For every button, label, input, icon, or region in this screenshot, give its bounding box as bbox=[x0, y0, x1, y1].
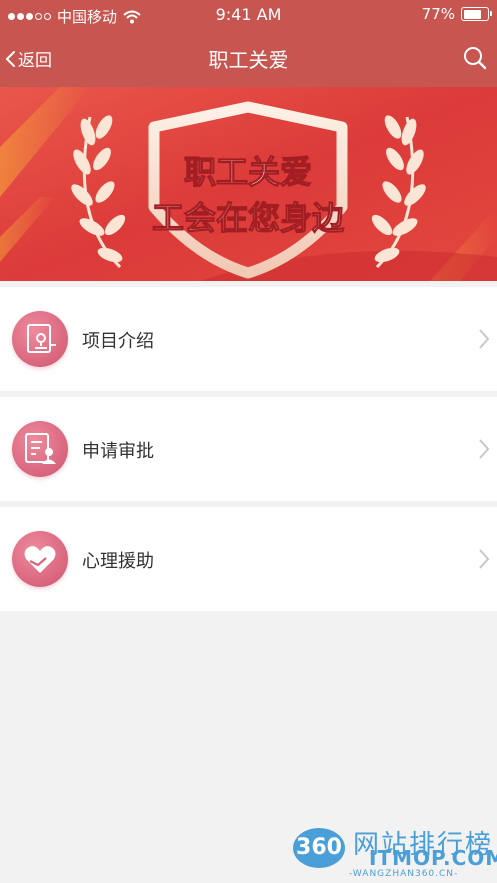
watermark-domain: ITMOP.COM bbox=[369, 846, 497, 870]
banner-line1: 职工关爱 bbox=[184, 153, 312, 191]
back-button[interactable]: 返回 bbox=[4, 46, 52, 71]
chevron-left-icon bbox=[5, 50, 15, 67]
menu-item-application-approval[interactable]: 申请审批 bbox=[0, 397, 497, 501]
nav-bar: 返回 职工关爱 bbox=[0, 30, 497, 87]
chevron-right-icon bbox=[479, 439, 490, 459]
menu-label: 申请审批 bbox=[82, 441, 154, 462]
watermark-sub: -WANGZHAN360.CN- bbox=[349, 869, 459, 879]
banner-line2: 工会在您身边 bbox=[152, 199, 344, 237]
chevron-right-icon bbox=[479, 549, 490, 569]
chevron-right-icon bbox=[479, 329, 490, 349]
menu-item-project-intro[interactable]: 项目介绍 bbox=[0, 287, 497, 391]
watermark-logo: 360 bbox=[293, 828, 345, 868]
status-bar: 中国移动 9:41 AM 77% bbox=[0, 0, 497, 30]
search-icon[interactable] bbox=[461, 44, 489, 72]
back-label: 返回 bbox=[18, 51, 52, 71]
menu-label: 项目介绍 bbox=[82, 331, 154, 352]
stamp-document-icon bbox=[12, 311, 68, 367]
battery-fill bbox=[463, 9, 482, 19]
approval-form-icon bbox=[12, 421, 68, 477]
status-right: 77% bbox=[421, 5, 492, 23]
page-title: 职工关爱 bbox=[208, 48, 289, 72]
battery-percent: 77% bbox=[421, 5, 455, 23]
menu-item-psychological-aid[interactable]: 心理援助 bbox=[0, 507, 497, 611]
battery-icon bbox=[461, 7, 492, 21]
heart-handshake-icon bbox=[12, 531, 68, 587]
banner-graphic: 职工关爱 工会在您身边 bbox=[0, 87, 497, 281]
watermark: 360 网站排行榜 ITMOP.COM -WANGZHAN360.CN- bbox=[285, 820, 497, 883]
hero-banner: 职工关爱 工会在您身边 bbox=[0, 87, 497, 281]
menu-label: 心理援助 bbox=[82, 551, 154, 572]
